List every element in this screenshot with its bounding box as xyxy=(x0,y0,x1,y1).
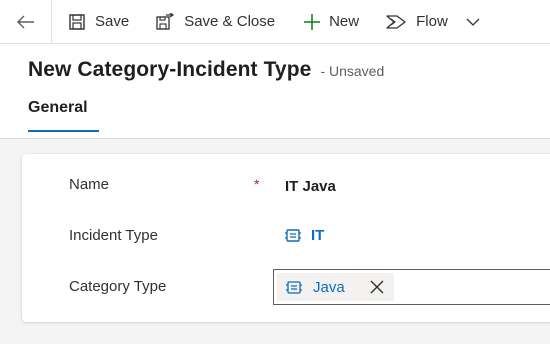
save-label: Save xyxy=(95,13,130,30)
save-icon xyxy=(69,13,85,30)
command-bar: Save Save & Close New Flow xyxy=(0,0,550,44)
save-button[interactable]: Save xyxy=(52,0,139,43)
required-marker: * xyxy=(254,176,260,192)
save-close-button[interactable]: Save & Close xyxy=(139,0,285,43)
entity-icon xyxy=(285,229,301,242)
back-button[interactable] xyxy=(0,0,52,43)
flow-button[interactable]: Flow xyxy=(369,0,490,43)
name-label: Name xyxy=(69,176,110,193)
tab-selected-indicator xyxy=(28,130,99,132)
remove-tag-button[interactable] xyxy=(369,279,385,295)
save-close-icon xyxy=(156,12,175,30)
category-type-tag[interactable]: Java xyxy=(277,273,394,301)
form-header: New Category-Incident Type - Unsaved Gen… xyxy=(0,44,550,139)
flow-icon xyxy=(386,14,406,29)
remove-x-icon xyxy=(370,280,384,294)
name-field[interactable]: IT Java xyxy=(285,178,336,195)
incident-type-value: IT xyxy=(311,227,325,244)
incident-type-lookup[interactable]: IT xyxy=(284,227,324,244)
chevron-down-icon[interactable] xyxy=(466,17,480,27)
flow-label: Flow xyxy=(416,13,448,30)
category-type-lookup[interactable]: Java xyxy=(273,269,550,305)
new-label: New xyxy=(329,13,360,30)
incident-type-label: Incident Type xyxy=(69,227,158,244)
back-arrow-icon xyxy=(16,15,34,28)
entity-icon xyxy=(286,280,302,294)
category-type-label: Category Type xyxy=(69,278,167,295)
category-type-value: Java xyxy=(313,278,345,296)
tab-general[interactable]: General xyxy=(28,99,88,117)
new-button[interactable]: New xyxy=(285,0,369,43)
save-close-label: Save & Close xyxy=(184,13,276,30)
general-section-card: Name * IT Java Incident Type IT Category… xyxy=(22,154,550,322)
page-title: New Category-Incident Type xyxy=(28,58,312,81)
save-status: - Unsaved xyxy=(320,63,385,79)
plus-icon xyxy=(304,13,321,30)
